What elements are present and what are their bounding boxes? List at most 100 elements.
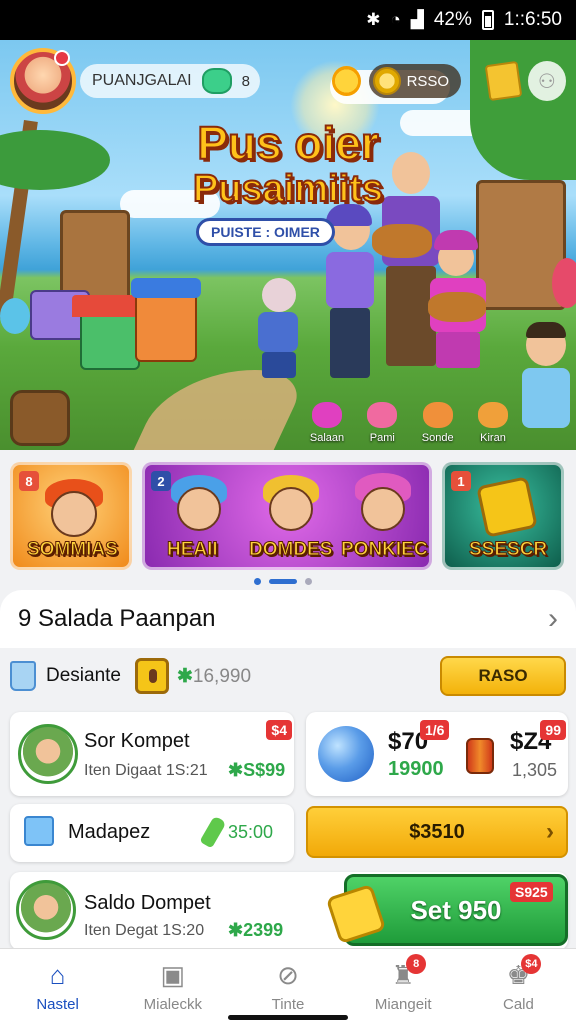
compass-icon: ⊘ — [277, 959, 299, 990]
item-title: Sor Kompet — [84, 730, 190, 752]
battery-percent: 42% — [433, 9, 472, 30]
player-avatar-icon — [16, 880, 76, 940]
battery-icon — [481, 10, 494, 30]
balloon — [0, 298, 30, 334]
gem-count: 8 — [241, 72, 250, 90]
clock: 1::6:50 — [503, 9, 562, 30]
wallet-item-card[interactable]: Madapez 35:00 — [10, 804, 294, 862]
balloon — [552, 258, 576, 308]
character-girl-drummer — [250, 278, 306, 378]
wallet-item-card[interactable]: Sor Kompet Iten Digaat 1S:21 ✱S$99 $4 — [10, 712, 294, 796]
coin-pill[interactable]: RSSO — [368, 64, 462, 98]
lock-icon — [135, 658, 169, 694]
notification-dot — [54, 50, 70, 66]
card-badge: 2 — [151, 471, 171, 491]
carousel-dot[interactable] — [254, 578, 261, 585]
hero-top-bar: PUANJGALAI 8 RSSO ⚇ — [10, 48, 566, 114]
player-name-pill[interactable]: PUANJGALAI 8 — [80, 64, 260, 98]
nav-item-rewards[interactable]: ♜ 8 Miangeit — [346, 949, 461, 1024]
character-boy-guitarist — [420, 230, 500, 370]
palm-leaves — [0, 130, 110, 190]
wallet-item-card[interactable]: $70 1/6 19900 $Z4 99 1,305 — [306, 712, 568, 796]
panel-title: 9 Salada Paanpan — [18, 605, 216, 632]
drink-can-icon — [466, 738, 494, 774]
item-subtitle: Iten Degat 1S:20 — [84, 922, 205, 939]
mini-character-label: Salaan — [309, 432, 345, 444]
friends-icon[interactable]: ⚇ — [527, 61, 566, 101]
hero-title-line2: Pusaimiits — [192, 168, 384, 210]
character-boy-standing — [516, 322, 576, 450]
mini-character[interactable]: Sonde — [411, 402, 465, 444]
item-price: ✱2399 — [228, 920, 284, 940]
item-price: ✱S$99 — [228, 760, 286, 780]
card-label: SSESCR — [468, 539, 548, 561]
mini-character[interactable]: Pami — [355, 402, 409, 444]
home-icon: ⌂ — [49, 959, 66, 990]
card-badge: 1 — [451, 471, 471, 491]
dirt-path — [129, 370, 311, 450]
nav-item-home[interactable]: ⌂ Nastel — [0, 949, 115, 1024]
nav-item-gifts[interactable]: ♚ $4 Cald — [461, 949, 576, 1024]
bluetooth-icon: ✱ — [366, 10, 381, 29]
wifi-icon: ◔ — [390, 10, 401, 29]
nav-item-explore[interactable]: ⊘ Tinte — [230, 949, 345, 1024]
player-avatar[interactable] — [10, 48, 76, 114]
buy-button-label: $3510 — [409, 820, 465, 843]
raso-button[interactable]: RASO — [440, 656, 566, 696]
character-face — [177, 487, 221, 531]
trophy-icon: ♜ 8 — [386, 954, 427, 990]
mini-character-label: Pami — [369, 432, 395, 444]
card-label: SOMMIAS — [27, 539, 119, 561]
sun-icon[interactable] — [331, 66, 361, 96]
hero-banner[interactable]: PUANJGALAI 8 RSSO ⚇ Pus oier Pusaimiits … — [0, 40, 576, 450]
green-value: 19900 — [388, 758, 444, 780]
status-bar: ✱ ◔ ▟ 42% 1::6:50 — [0, 0, 576, 40]
house-orange — [135, 290, 197, 362]
price-tag: 1/6 — [420, 720, 450, 740]
nav-label: Nastel — [36, 996, 79, 1013]
game-shop-screen: ✱ ◔ ▟ 42% 1::6:50 PUANJGALAI 8 RSSO ⚇ Pu… — [0, 0, 576, 1024]
nav-label: Cald — [502, 996, 534, 1013]
item-title: Madapez — [68, 821, 151, 843]
buy-button[interactable]: $3510 › — [306, 806, 568, 858]
bottle-icon — [199, 815, 227, 849]
nav-badge: $4 — [521, 954, 542, 974]
card-label: PONKIEC — [341, 539, 429, 561]
mini-character-icon — [422, 402, 453, 428]
gift-box-icon: ♚ $4 — [501, 954, 542, 990]
nav-item-cards[interactable]: ▣ Mialeckk — [115, 949, 230, 1024]
carousel-dots — [254, 578, 312, 585]
set-button-label: Set 950 — [410, 894, 502, 925]
mini-character-label: Sonde — [421, 432, 454, 444]
character-face — [361, 487, 405, 531]
player-name: PUANJGALAI — [92, 72, 192, 89]
carousel-dot[interactable] — [305, 578, 312, 585]
mini-character[interactable]: Kiran — [466, 402, 520, 444]
promo-card[interactable]: 2 HEAII DOMDES PONKIEC — [142, 462, 432, 570]
carousel-dot-active[interactable] — [269, 579, 297, 584]
card-label: DOMDES — [248, 539, 333, 561]
wallet-panel: 9 Salada Paanpan › Desiante ✱16,990 RASO… — [0, 590, 576, 950]
grey-value: 1,305 — [512, 760, 558, 780]
chevron-right-icon: › — [546, 818, 554, 845]
promo-card[interactable]: 1 SSESCR — [442, 462, 564, 570]
scroll-icon[interactable] — [484, 60, 523, 102]
mini-character[interactable]: Salaan — [300, 402, 354, 444]
player-avatar-icon — [18, 724, 78, 784]
price-tag: $4 — [266, 720, 292, 740]
card-icon: ▣ — [160, 959, 186, 990]
coin-label: RSSO — [406, 72, 450, 90]
gem-icon — [201, 68, 232, 94]
promo-card[interactable]: 8 SOMMIAS — [10, 462, 132, 570]
house-green — [80, 310, 140, 370]
price-tag: S925 — [510, 882, 553, 902]
bottom-navigation: ⌂ Nastel ▣ Mialeckk ⊘ Tinte ♜ 8 Miangeit… — [0, 948, 576, 1024]
mini-character-icon — [477, 402, 508, 428]
character-face — [269, 487, 313, 531]
panel-header[interactable]: 9 Salada Paanpan › — [0, 590, 576, 648]
nav-badge: 8 — [406, 954, 427, 974]
promo-carousel[interactable]: 8 SOMMIAS 2 HEAII DOMDES PONKIEC 1 SSESC… — [10, 462, 576, 574]
chevron-right-icon[interactable]: › — [548, 602, 558, 636]
hero-title-line1: Pus oier — [196, 117, 380, 169]
blue-orb-icon — [318, 726, 374, 782]
